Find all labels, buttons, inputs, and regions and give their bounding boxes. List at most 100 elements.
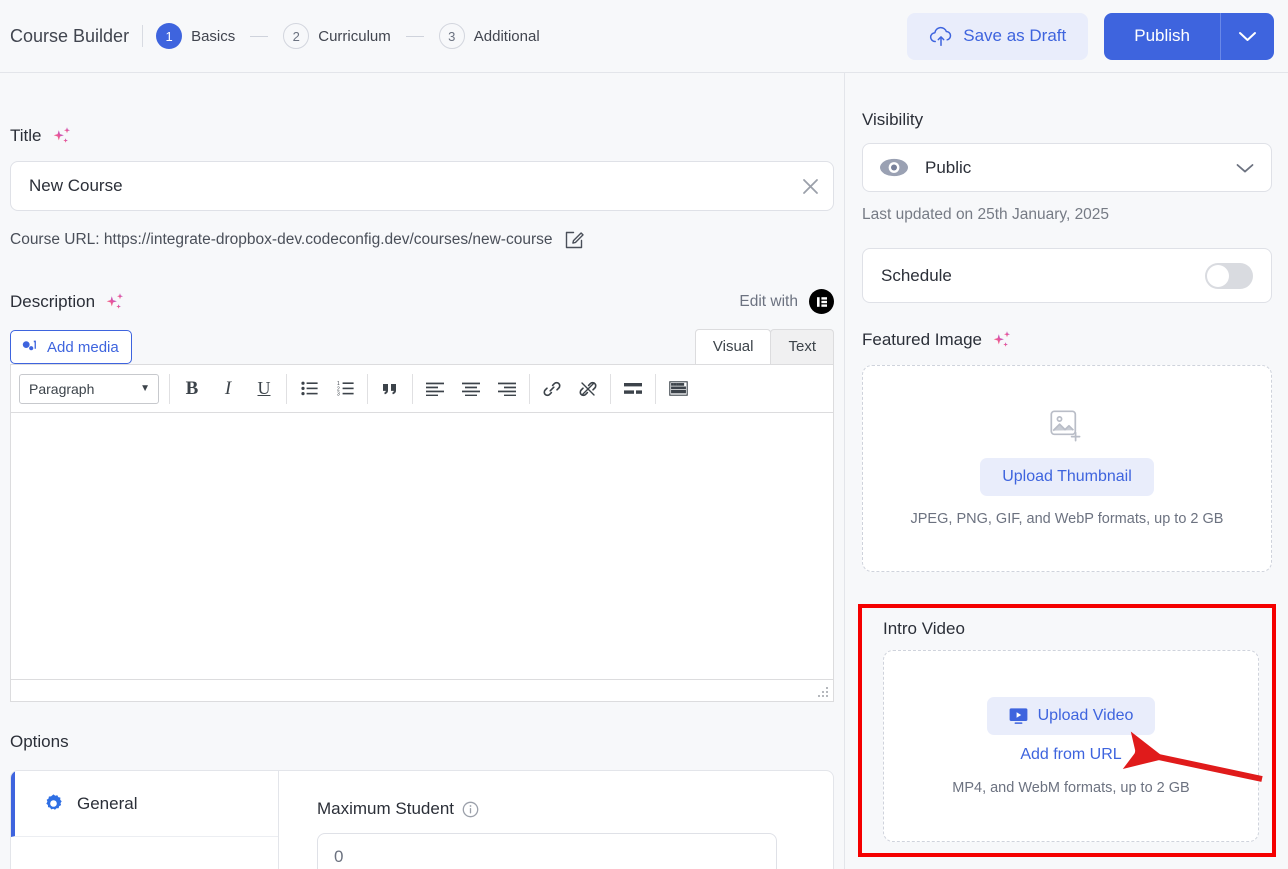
step-basics[interactable]: 1 Basics <box>156 23 235 49</box>
last-updated-text: Last updated on 25th January, 2025 <box>862 206 1110 223</box>
schedule-label: Schedule <box>881 265 952 285</box>
ai-sparkle-icon[interactable] <box>104 291 126 313</box>
ai-sparkle-icon[interactable] <box>51 125 73 147</box>
bulleted-list-icon[interactable] <box>291 372 327 406</box>
step-connector-2 <box>405 35 424 37</box>
edit-with-elementor-button[interactable]: Edit with <box>739 289 834 314</box>
remove-link-icon[interactable] <box>570 372 606 406</box>
save-as-draft-label: Save as Draft <box>963 26 1067 45</box>
ai-sparkle-icon[interactable] <box>991 329 1013 351</box>
upload-thumbnail-button[interactable]: Upload Thumbnail <box>980 458 1154 496</box>
blockquote-icon[interactable] <box>372 372 408 406</box>
add-image-icon <box>1050 410 1084 442</box>
course-title-input[interactable] <box>11 162 787 210</box>
toolbar-group-text-style: B I U <box>169 372 286 406</box>
elementor-logo-icon <box>809 289 834 314</box>
options-tab-general[interactable]: General <box>11 771 278 837</box>
editor-mode-tabs: Visual Text <box>694 329 834 364</box>
intro-video-label: Intro Video <box>883 619 965 638</box>
intro-video-highlight: Intro Video Upload Video Add from URL MP… <box>858 604 1276 857</box>
upload-video-button[interactable]: Upload Video <box>986 696 1156 735</box>
read-more-icon[interactable] <box>615 372 651 406</box>
app-header: Course Builder 1 Basics 2 Curriculum 3 A… <box>0 0 1288 73</box>
featured-image-dropzone[interactable]: Upload Thumbnail JPEG, PNG, GIF, and Web… <box>862 365 1272 572</box>
description-header: Description Edit with <box>10 289 834 314</box>
title-field-label: Title <box>10 125 834 147</box>
editor-status-bar <box>11 679 833 701</box>
visibility-select[interactable]: Public <box>862 143 1272 192</box>
max-student-input[interactable] <box>317 833 777 869</box>
tab-visual[interactable]: Visual <box>694 329 772 364</box>
toolbar-group-more <box>610 372 655 406</box>
align-center-icon[interactable] <box>453 372 489 406</box>
toolbar-group-toggle <box>655 372 700 406</box>
gear-icon <box>43 793 64 814</box>
intro-video-hint: MP4, and WebM formats, up to 2 GB <box>952 779 1190 796</box>
header-actions: Save as Draft Publish <box>907 12 1274 60</box>
svg-text:3: 3 <box>337 392 340 396</box>
publish-button-group: Publish <box>1104 12 1274 60</box>
step-connector-1 <box>250 35 269 37</box>
options-section-label: Options <box>10 732 69 751</box>
chevron-down-icon: ▼ <box>140 383 150 394</box>
numbered-list-icon[interactable]: 123 <box>327 372 363 406</box>
description-field-label: Description <box>10 291 126 313</box>
add-media-button[interactable]: Add media <box>10 330 132 364</box>
publish-dropdown-toggle[interactable] <box>1220 12 1274 60</box>
options-tab-list: General <box>11 771 279 869</box>
toolbar-toggle-icon[interactable] <box>660 372 696 406</box>
step-additional[interactable]: 3 Additional <box>438 23 540 49</box>
schedule-card: Schedule <box>862 248 1272 303</box>
insert-link-icon[interactable] <box>534 372 570 406</box>
options-panel: General Maximum Student <box>10 770 834 869</box>
video-play-icon <box>1009 707 1028 725</box>
description-text-area[interactable] <box>11 413 833 679</box>
publish-button[interactable]: Publish <box>1104 12 1220 60</box>
intro-video-dropzone[interactable]: Upload Video Add from URL MP4, and WebM … <box>883 650 1259 842</box>
underline-icon[interactable]: U <box>246 372 282 406</box>
editor-format-toolbar: Paragraph ▼ B I U 123 <box>11 365 833 413</box>
tab-text[interactable]: Text <box>770 329 834 364</box>
course-url-row: Course URL: https://integrate-dropbox-de… <box>10 229 834 251</box>
max-student-label-text: Maximum Student <box>317 799 454 818</box>
bold-icon[interactable]: B <box>174 372 210 406</box>
schedule-toggle[interactable] <box>1205 262 1253 289</box>
paragraph-format-select[interactable]: Paragraph ▼ <box>19 373 159 404</box>
options-panel-body: Maximum Student <box>279 771 833 869</box>
clear-title-button[interactable] <box>787 162 833 210</box>
eye-icon <box>879 157 909 178</box>
toolbar-group-align <box>412 372 529 406</box>
toolbar-group-lists: 123 <box>286 372 367 406</box>
step-curriculum-number: 2 <box>283 23 310 49</box>
align-left-icon[interactable] <box>417 372 453 406</box>
paragraph-format-value: Paragraph <box>29 380 95 397</box>
step-basics-label: Basics <box>191 27 236 45</box>
toolbar-group-quote <box>367 372 412 406</box>
header-divider <box>142 25 144 47</box>
edit-pencil-icon[interactable] <box>563 229 585 251</box>
step-curriculum[interactable]: 2 Curriculum <box>283 23 391 49</box>
main-content-column: Title Course URL: https://integrate-drop… <box>0 73 845 869</box>
add-from-url-button[interactable]: Add from URL <box>1014 745 1127 765</box>
description-editor: Paragraph ▼ B I U 123 <box>10 364 834 702</box>
visibility-label: Visibility <box>862 110 924 129</box>
course-title-field[interactable] <box>10 161 834 211</box>
step-curriculum-label: Curriculum <box>318 27 391 45</box>
align-right-icon[interactable] <box>489 372 525 406</box>
course-url-text: Course URL: https://integrate-dropbox-de… <box>10 231 553 248</box>
toolbar-group-link <box>529 372 610 406</box>
save-as-draft-button[interactable]: Save as Draft <box>907 12 1089 60</box>
chevron-down-icon <box>1235 162 1255 174</box>
page-title: Course Builder <box>10 25 130 46</box>
description-label-text: Description <box>10 291 96 311</box>
featured-image-hint: JPEG, PNG, GIF, and WebP formats, up to … <box>910 511 1224 527</box>
media-icon <box>21 339 38 356</box>
resize-grip-icon[interactable] <box>816 685 830 699</box>
cloud-upload-icon <box>929 26 954 47</box>
sidebar-column: Visibility Public Last updated on 25th J… <box>846 73 1288 869</box>
step-breadcrumb: 1 Basics 2 Curriculum 3 Additional <box>156 23 540 49</box>
info-icon[interactable] <box>462 801 479 818</box>
step-basics-number: 1 <box>156 23 183 49</box>
italic-icon[interactable]: I <box>210 372 246 406</box>
featured-image-label: Featured Image <box>862 329 1272 351</box>
